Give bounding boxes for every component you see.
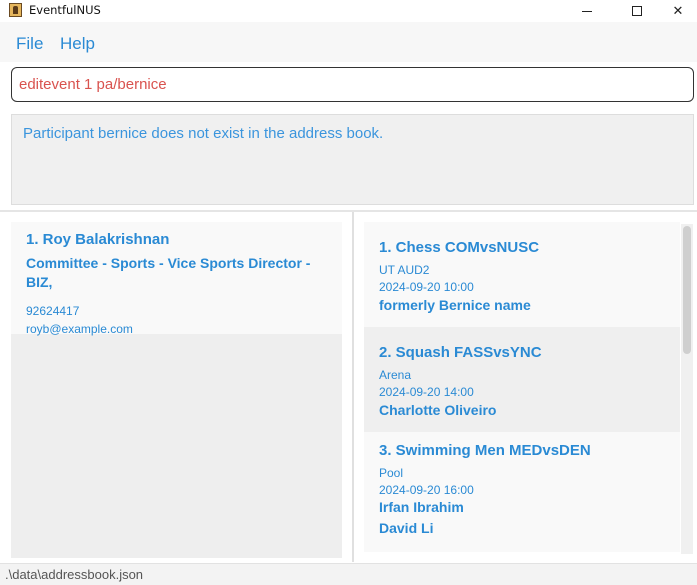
event-title: 3. Swimming Men MEDvsDEN [379,442,591,459]
maximize-icon [632,6,642,16]
event-card[interactable]: 2. Squash FASSvsYNC Arena 2024-09-20 14:… [364,327,680,432]
person-email: royb@example.com [26,322,133,336]
close-icon: ✕ [672,3,684,19]
scrollbar-thumb[interactable] [683,226,691,354]
command-box[interactable] [11,67,694,102]
menu-bar: File Help [0,22,697,62]
event-list-panel: 1. Chess COMvsNUSC UT AUD2 2024-09-20 10… [354,212,697,562]
person-phone: 92624417 [26,304,80,318]
event-time: 2024-09-20 10:00 [379,280,474,294]
person-role-tag: Committee - Sports - Vice Sports Directo… [26,255,311,290]
event-participant: David Li [379,520,434,536]
command-input[interactable] [19,76,679,93]
event-title: 2. Squash FASSvsYNC [379,344,542,361]
person-card[interactable]: 1. Roy Balakrishnan Committee - Sports -… [11,222,342,336]
window-title: EventfulNUS [29,3,101,17]
close-button[interactable]: ✕ [655,0,697,22]
event-list-scrollbar[interactable] [681,224,693,554]
event-participant: Irfan Ibrahim [379,499,464,515]
minimize-button[interactable] [564,0,610,22]
event-venue: Pool [379,466,404,480]
event-time: 2024-09-20 14:00 [379,385,474,399]
result-message: Participant bernice does not exist in th… [23,125,384,142]
event-venue: Arena [379,368,412,382]
event-participant: formerly Bernice name [379,297,531,313]
result-display: Participant bernice does not exist in th… [11,114,694,205]
event-time: 2024-09-20 16:00 [379,483,474,497]
person-name: 1. Roy Balakrishnan [26,231,170,248]
minimize-icon [582,10,592,12]
event-title: 1. Chess COMvsNUSC [379,239,540,256]
event-card[interactable]: 3. Swimming Men MEDvsDEN Pool 2024-09-20… [364,432,680,552]
app-logo-icon [9,3,22,17]
person-list-panel: 1. Roy Balakrishnan Committee - Sports -… [0,212,352,562]
status-bar: .\data\addressbook.json [0,563,697,585]
save-location-path: .\data\addressbook.json [5,567,144,582]
maximize-button[interactable] [614,0,660,22]
person-list[interactable]: 1. Roy Balakrishnan Committee - Sports -… [11,222,342,558]
event-card[interactable]: 1. Chess COMvsNUSC UT AUD2 2024-09-20 10… [364,222,680,327]
menu-help[interactable]: Help [60,34,95,54]
menu-file[interactable]: File [16,34,43,54]
event-participant: Charlotte Oliveiro [379,402,497,418]
event-list[interactable]: 1. Chess COMvsNUSC UT AUD2 2024-09-20 10… [364,222,680,552]
event-venue: UT AUD2 [379,263,430,277]
title-bar: EventfulNUS ✕ [0,0,697,22]
